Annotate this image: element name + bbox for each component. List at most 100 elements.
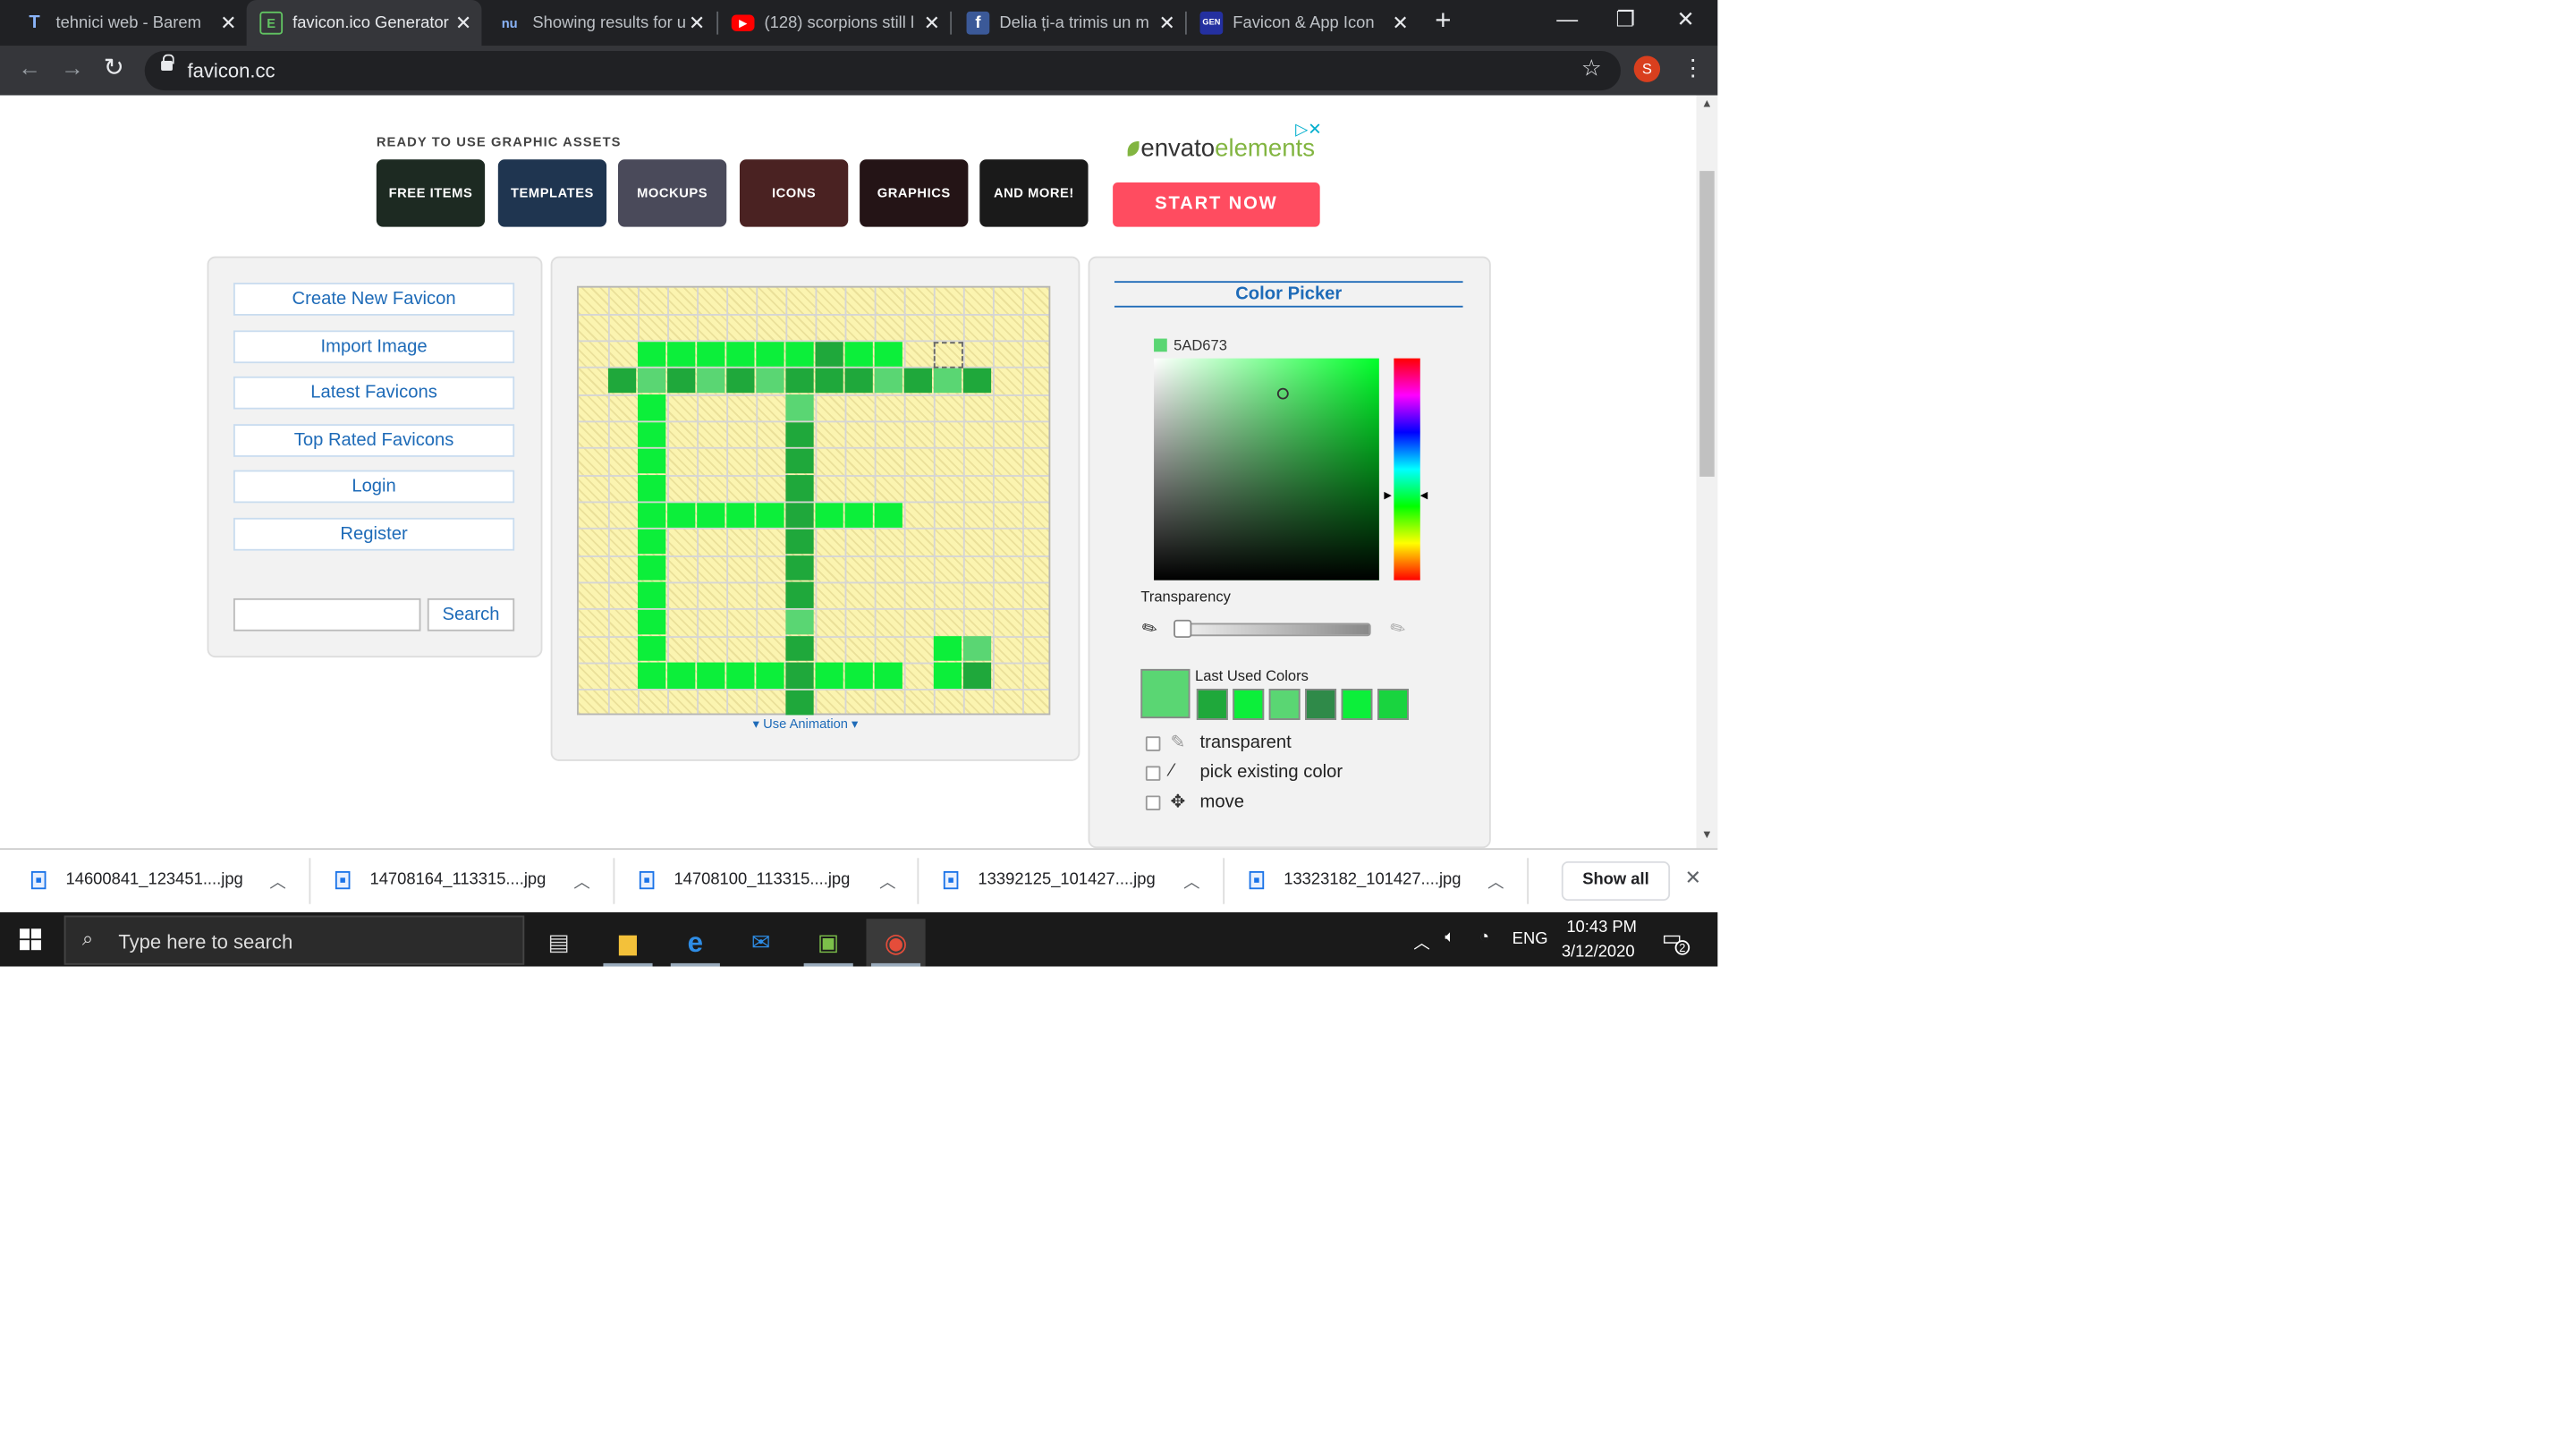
download-item[interactable]: 14708100_113315....jpg (639, 848, 850, 912)
window-close-icon[interactable]: ✕ (1676, 6, 1694, 32)
move-checkbox[interactable] (1145, 795, 1161, 810)
create-new-favicon-link[interactable]: Create New Favicon (233, 283, 515, 316)
chevron-up-icon[interactable]: ︿ (879, 868, 895, 893)
use-animation-link[interactable]: ▾ Use Animation ▾ (753, 716, 859, 732)
mail-icon[interactable]: ✉ (732, 919, 791, 966)
chevron-up-icon[interactable]: ︿ (1183, 868, 1199, 893)
tab-showing-results[interactable]: nu Showing results for u ✕ (483, 0, 715, 46)
transparency-slider-handle[interactable] (1174, 619, 1192, 639)
pick-existing-color-checkbox[interactable] (1145, 766, 1161, 781)
pixel-cell[interactable] (638, 448, 666, 474)
pick-existing-color-label[interactable]: pick existing color (1200, 763, 1343, 783)
pixel-cell[interactable] (785, 690, 814, 716)
pixel-cell[interactable] (638, 394, 666, 420)
tray-chevron-icon[interactable]: ︿ (1413, 928, 1429, 953)
last-used-color-swatch[interactable] (1305, 688, 1337, 720)
pixel-cell[interactable] (785, 475, 814, 501)
pixel-cell[interactable] (726, 663, 755, 689)
last-used-color-swatch[interactable] (1233, 688, 1265, 720)
import-image-link[interactable]: Import Image (233, 330, 515, 364)
language-indicator[interactable]: ENG (1513, 930, 1548, 948)
ad-tile-templates[interactable]: TEMPLATES (497, 159, 607, 227)
pixel-cell[interactable] (962, 368, 992, 394)
pixel-cell[interactable] (785, 529, 814, 555)
download-item[interactable]: 14600841_123451....jpg (30, 848, 243, 912)
download-item[interactable]: 13392125_101427....jpg (943, 848, 1156, 912)
pixel-cell[interactable] (903, 368, 932, 394)
pixel-cell[interactable] (785, 609, 814, 635)
last-used-color-swatch[interactable] (1268, 688, 1301, 720)
transparency-slider[interactable] (1180, 623, 1371, 637)
chrome-icon[interactable]: ◉ (866, 919, 926, 967)
tab-youtube[interactable]: ▶ (128) scorpions still l ✕ (718, 0, 950, 46)
volume-icon[interactable]: 🔈︎ (1445, 928, 1454, 946)
transparent-label[interactable]: transparent (1200, 733, 1292, 753)
pixel-cell[interactable] (697, 502, 725, 528)
pixel-cell[interactable] (815, 502, 843, 528)
restore-icon[interactable]: ❐ (1615, 6, 1634, 32)
pixel-cell[interactable] (756, 368, 784, 394)
close-icon[interactable]: ✕ (924, 12, 940, 35)
pixel-cell[interactable] (844, 368, 873, 394)
pixel-cell[interactable] (874, 341, 902, 367)
pixel-cell[interactable] (785, 448, 814, 474)
close-icon[interactable]: ✕ (455, 12, 471, 35)
pixel-cell[interactable] (933, 368, 962, 394)
pixel-cell[interactable] (638, 421, 666, 447)
profile-avatar[interactable]: S (1633, 55, 1661, 82)
pixel-cell[interactable] (638, 636, 666, 662)
pixel-cell[interactable] (785, 341, 814, 367)
tab-favicon-generator[interactable]: E favicon.ico Generator ✕ (246, 0, 482, 47)
pixel-cell[interactable] (962, 663, 992, 689)
ad-tile-mockups[interactable]: MOCKUPS (617, 159, 727, 227)
taskbar-search-placeholder[interactable]: Type here to search (118, 930, 292, 953)
scrollbar-thumb[interactable] (1699, 171, 1715, 477)
pixel-cell[interactable] (785, 582, 814, 608)
pixel-cell[interactable] (785, 394, 814, 420)
close-icon[interactable]: ✕ (689, 12, 705, 35)
new-tab-button[interactable]: + (1435, 5, 1451, 38)
top-rated-favicons-link[interactable]: Top Rated Favicons (233, 424, 515, 457)
tab-tehnici-web[interactable]: T tehnici web - Barem ✕ (10, 0, 247, 46)
last-used-color-swatch[interactable] (1377, 688, 1409, 720)
tab-favicon-app-icon[interactable]: GEN Favicon & App Icon ✕ (1187, 0, 1419, 46)
pixel-cell[interactable] (638, 555, 666, 581)
pixel-cell[interactable] (638, 663, 666, 689)
last-used-color-swatch[interactable] (1196, 688, 1228, 720)
pixel-cell[interactable] (697, 341, 725, 367)
ad-tile-icons[interactable]: ICONS (739, 159, 849, 227)
pixel-cell[interactable] (638, 502, 666, 528)
pixel-cell[interactable] (874, 368, 902, 394)
latest-favicons-link[interactable]: Latest Favicons (233, 376, 515, 410)
image-viewer-icon[interactable]: ▣ (799, 919, 858, 967)
pixel-cell[interactable] (844, 663, 873, 689)
url-text[interactable]: favicon.cc (187, 59, 275, 82)
pixel-cell[interactable] (638, 609, 666, 635)
pixel-cell[interactable] (667, 368, 696, 394)
transparent-checkbox[interactable] (1145, 736, 1161, 751)
clock-date[interactable]: 3/12/2020 (1562, 944, 1635, 962)
hue-arrow-left-icon[interactable]: ▶ (1384, 490, 1391, 501)
pixel-cell[interactable] (726, 502, 755, 528)
pixel-cell[interactable] (785, 502, 814, 528)
edge-icon[interactable]: e (665, 919, 724, 967)
adchoices-close-icon[interactable]: ▷✕ (1295, 122, 1322, 140)
pixel-cell[interactable] (667, 341, 696, 367)
windows-start-icon[interactable] (20, 928, 41, 951)
last-used-color-swatch[interactable] (1341, 688, 1373, 720)
tab-facebook[interactable]: f Delia ți-a trimis un m ✕ (953, 0, 1185, 46)
register-link[interactable]: Register (233, 517, 515, 551)
pixel-cell[interactable] (667, 663, 696, 689)
task-view-icon[interactable]: ▤ (530, 919, 589, 966)
search-input[interactable] (233, 597, 421, 631)
pixel-cell[interactable] (638, 475, 666, 501)
pixel-cell[interactable] (844, 502, 873, 528)
pixel-cell[interactable] (962, 636, 992, 662)
ad-tile-graphics[interactable]: GRAPHICS (860, 159, 969, 227)
back-arrow-icon[interactable]: ← (18, 55, 41, 80)
menu-kebab-icon[interactable]: ⋮ (1682, 55, 1705, 82)
pixel-cell[interactable] (785, 555, 814, 581)
scroll-down-icon[interactable]: ▼ (1701, 830, 1713, 842)
pixel-cell[interactable] (726, 368, 755, 394)
close-downloads-icon[interactable]: ✕ (1685, 866, 1701, 889)
